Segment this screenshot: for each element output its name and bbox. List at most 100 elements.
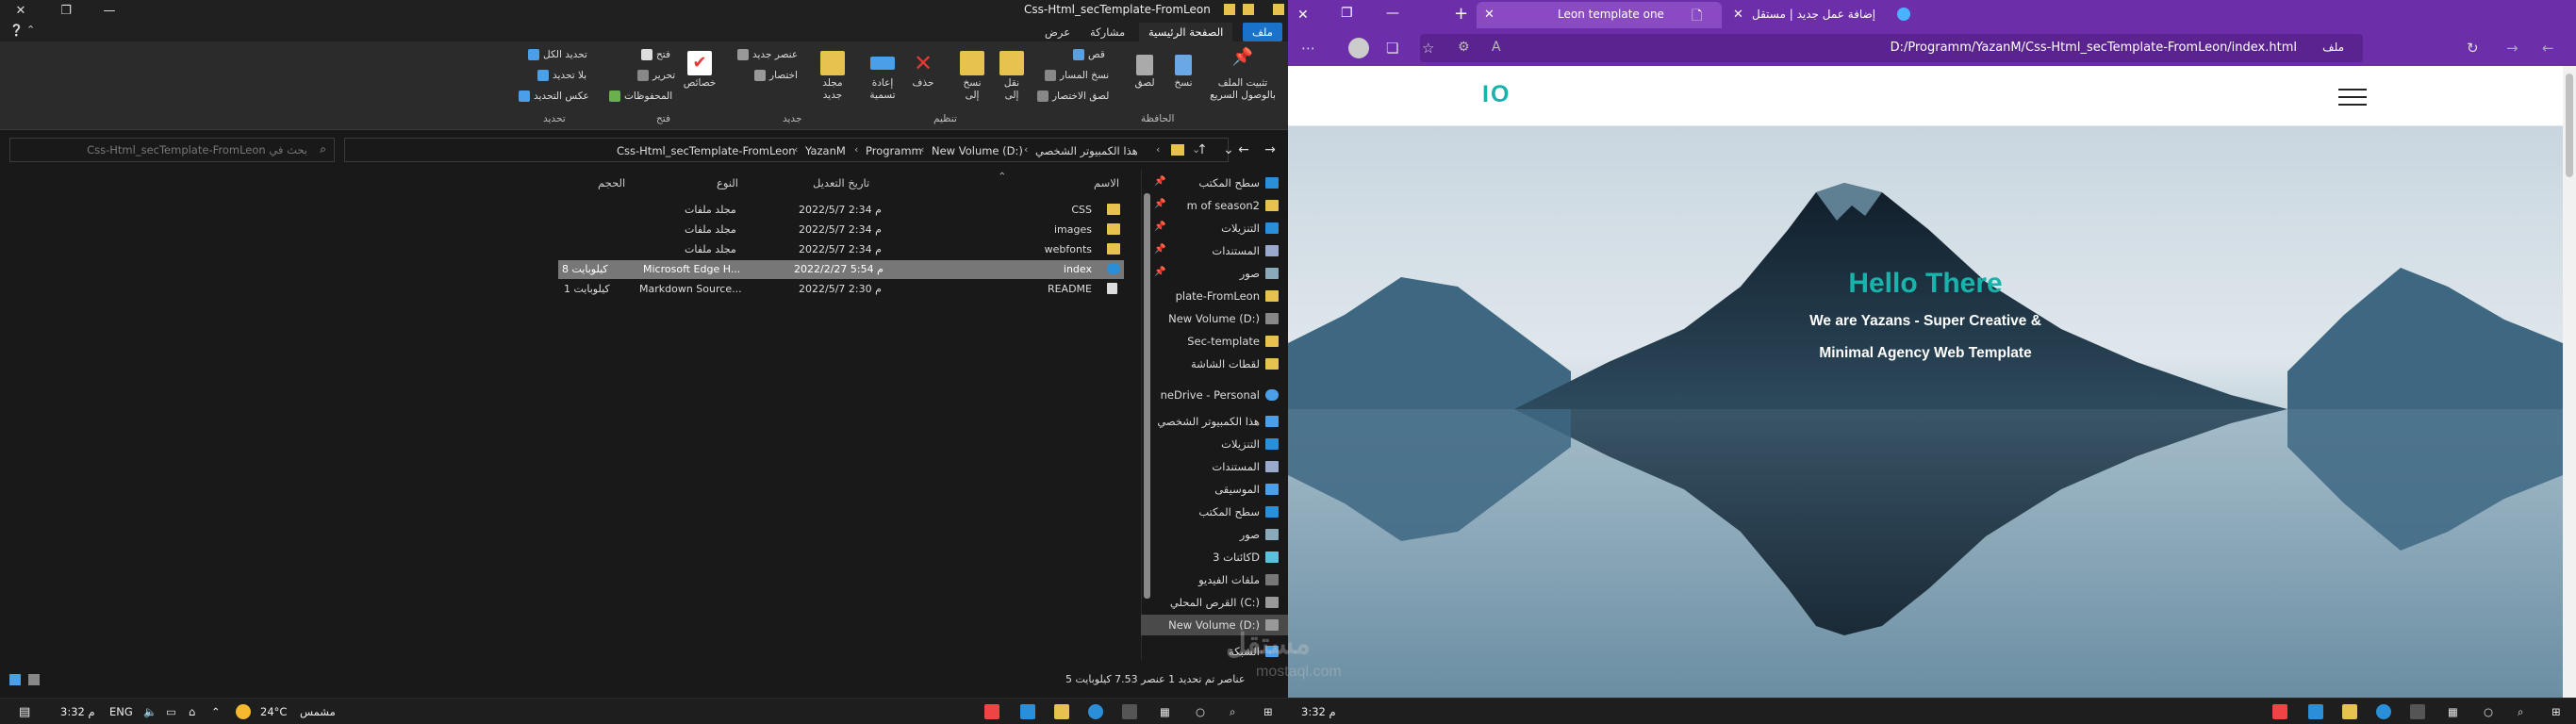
paste-button[interactable]: لصق (1130, 55, 1160, 90)
invert-selection-button[interactable]: عكس التحديد (519, 90, 589, 102)
clock[interactable]: 3:32 م (60, 705, 95, 718)
start-icon[interactable]: ⊞ (2551, 705, 2561, 718)
language-indicator[interactable]: ENG (109, 705, 133, 718)
nav-item[interactable]: صور 📌 (1141, 263, 1288, 284)
site-logo[interactable]: IO (1482, 81, 1511, 108)
copy-to-button[interactable]: نسخ إلى (958, 51, 986, 102)
tab[interactable]: ✕ إضافة عمل جديد | مستقل (1726, 2, 1914, 28)
search-icon[interactable]: ⌕ (2518, 705, 2523, 719)
search-input[interactable]: ⌕ بحث في Css-Html_secTemplate-FromLeon (9, 138, 335, 162)
nav-item[interactable]: سطح المكتب (1141, 502, 1288, 522)
store-icon[interactable] (2308, 704, 2323, 719)
nav-item[interactable]: التنزيلات 📌 (1141, 218, 1288, 239)
nav-item[interactable]: صور (1141, 524, 1288, 545)
close-icon[interactable]: ✕ (0, 0, 41, 21)
read-aloud-icon[interactable]: A (1492, 40, 1501, 55)
nav-item[interactable]: هذا الكمبيوتر الشخصي (1141, 411, 1288, 432)
more-icon[interactable]: ⋯ (1301, 40, 1315, 57)
details-view-icon[interactable] (9, 674, 21, 685)
new-folder-button[interactable]: مجلد جديد (818, 51, 847, 102)
app-icon[interactable] (2410, 704, 2425, 719)
app-icon[interactable] (984, 704, 999, 719)
file-row[interactable]: images 2022/5/7 م 2:34 مجلد ملفات (558, 221, 1124, 239)
network-icon[interactable]: ⌂ (189, 705, 195, 718)
minimize-icon[interactable]: — (1386, 6, 1399, 21)
store-icon[interactable] (1020, 704, 1035, 719)
tab-file[interactable]: ملف (1243, 23, 1282, 41)
nav-item[interactable]: plate-FromLeon (1141, 286, 1288, 306)
easy-access-button[interactable]: اختصار (754, 70, 798, 81)
nav-item[interactable]: ملفات الفيديو (1141, 569, 1288, 590)
nav-item[interactable]: المستندات 📌 (1141, 240, 1288, 261)
chevron-up-icon[interactable]: ⌃ (26, 24, 35, 36)
cortana-icon[interactable]: ○ (1196, 705, 1205, 718)
app-icon[interactable] (2272, 704, 2287, 719)
nav-item[interactable]: neDrive - Personal (1141, 385, 1288, 405)
hamburger-menu-icon[interactable] (2338, 89, 2367, 106)
weather-icon[interactable] (236, 704, 251, 719)
collections-icon[interactable]: ❏ (1386, 40, 1398, 57)
properties-button[interactable]: ✔ خصائص (681, 51, 718, 90)
tab-home[interactable]: الصفحة الرئيسية (1139, 23, 1233, 41)
back-arrow-icon[interactable]: ← (2542, 40, 2554, 57)
close-icon[interactable]: ✕ (1297, 8, 1309, 23)
nav-item[interactable]: m of season2 📌 (1141, 195, 1288, 216)
column-name[interactable]: الاسم (1094, 176, 1119, 189)
nav-item[interactable]: Sec-template (1141, 331, 1288, 352)
open-button[interactable]: فتح (641, 49, 670, 60)
column-size[interactable]: الحجم (598, 176, 625, 189)
nav-item[interactable]: المستندات (1141, 456, 1288, 477)
tab-active[interactable]: ✕ Leon template one 🗋 (1477, 2, 1722, 28)
breadcrumb[interactable]: Css-Html_secTemplate-FromLeon (617, 144, 796, 157)
nav-item[interactable]: الموسيقى (1141, 479, 1288, 500)
file-row-selected[interactable]: index 2022/2/27 م 5:54 Microsoft Edge H.… (558, 260, 1124, 279)
chevron-up-icon[interactable]: ⌃ (211, 705, 221, 718)
help-icon[interactable]: ❔ (9, 24, 24, 37)
page-scrollbar-thumb[interactable] (2566, 74, 2573, 177)
file-row[interactable]: README 2022/5/7 م 2:30 Markdown Source..… (558, 280, 1124, 299)
nav-item[interactable]: سطح المكتب 📌 (1141, 173, 1288, 193)
app-icon[interactable] (1122, 704, 1137, 719)
close-tab-icon[interactable]: ✕ (1484, 8, 1494, 22)
select-all-button[interactable]: تحديد الكل (528, 49, 587, 60)
breadcrumb[interactable]: New Volume (D:) (932, 144, 1023, 157)
cut-button[interactable]: قص (1073, 49, 1105, 60)
nav-item[interactable]: التنزيلات (1141, 434, 1288, 454)
minimize-icon[interactable]: — (89, 0, 130, 21)
battery-icon[interactable]: ▭ (166, 705, 176, 718)
tab-share[interactable]: مشاركة (1081, 23, 1134, 41)
edge-icon[interactable] (1088, 704, 1103, 719)
file-explorer-icon[interactable] (1054, 704, 1069, 719)
file-row[interactable]: CSS 2022/5/7 م 2:34 مجلد ملفات (558, 201, 1124, 220)
task-view-icon[interactable]: ▦ (2448, 705, 2458, 718)
cortana-icon[interactable]: ○ (2484, 705, 2493, 718)
file-explorer-icon[interactable] (2342, 704, 2357, 719)
tab-view[interactable]: عرض (1035, 23, 1080, 41)
notification-icon[interactable]: ▤ (19, 705, 30, 719)
avatar[interactable] (1348, 38, 1369, 58)
forward-arrow-icon[interactable]: → (1260, 140, 1280, 160)
extension-icon[interactable]: ⚙ (1458, 40, 1470, 55)
select-none-button[interactable]: بلا تحديد (537, 70, 586, 81)
nav-item[interactable]: New Volume (D:) (1141, 308, 1288, 329)
file-row[interactable]: webfonts 2022/5/7 م 2:34 مجلد ملفات (558, 240, 1124, 259)
edit-button[interactable]: تحرير (637, 70, 675, 81)
page-scrollbar[interactable] (2563, 66, 2576, 698)
start-icon[interactable]: ⊞ (1263, 705, 1273, 718)
forward-arrow-icon[interactable]: → (2506, 40, 2518, 57)
delete-button[interactable]: ✕ حذف (909, 51, 937, 90)
restore-icon[interactable]: ❐ (45, 0, 87, 21)
column-modified[interactable]: تاريخ التعديل (813, 176, 869, 189)
paste-shortcut-button[interactable]: لصق الاختصار (1037, 90, 1109, 102)
history-button[interactable]: المحفوظات (609, 90, 672, 102)
breadcrumb[interactable]: Programm (866, 144, 922, 157)
up-arrow-icon[interactable]: ↑ (1192, 140, 1213, 160)
search-icon[interactable]: ⌕ (1230, 705, 1235, 719)
restore-icon[interactable]: ❐ (1341, 6, 1353, 21)
nav-item[interactable]: كائنات 3D (1141, 547, 1288, 568)
copy-button[interactable]: نسخ (1169, 55, 1197, 90)
back-arrow-icon[interactable]: ← (1233, 140, 1254, 160)
list-view-icon[interactable] (28, 674, 40, 685)
nav-item[interactable]: لقطات الشاشة (1141, 354, 1288, 374)
task-view-icon[interactable]: ▦ (1160, 705, 1170, 718)
